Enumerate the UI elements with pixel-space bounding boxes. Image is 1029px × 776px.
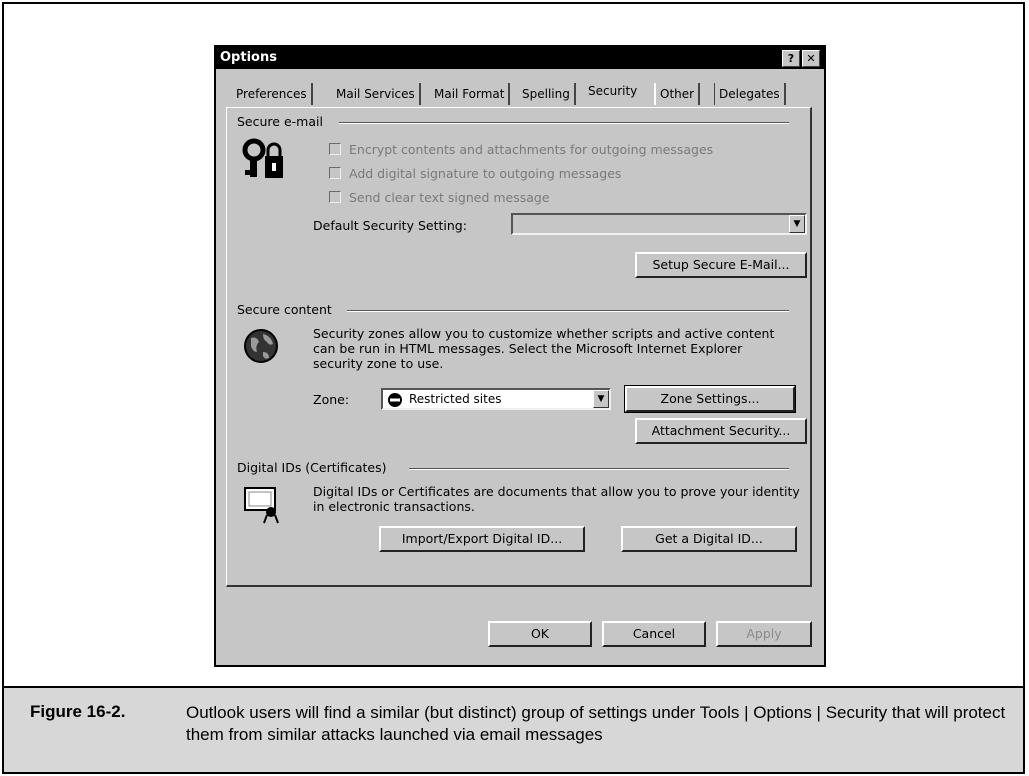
- zone-settings-button[interactable]: Zone Settings...: [624, 385, 796, 413]
- digital-signature-checkbox[interactable]: [329, 167, 341, 179]
- clear-text-label: Send clear text signed message: [349, 189, 550, 205]
- import-export-digital-id-button[interactable]: Import/Export Digital ID...: [379, 526, 585, 552]
- tab-mail-services[interactable]: Mail Services: [332, 83, 421, 105]
- cancel-button[interactable]: Cancel: [602, 621, 706, 647]
- dialog-title: Options: [220, 50, 277, 65]
- encrypt-checkbox-row[interactable]: Encrypt contents and attachments for out…: [329, 140, 713, 158]
- clear-text-checkbox[interactable]: [329, 191, 341, 203]
- tab-preferences[interactable]: Preferences: [232, 83, 313, 105]
- default-security-select[interactable]: ▼: [511, 213, 807, 235]
- security-tab-panel: Secure e-mail Encrypt contents and attac…: [226, 107, 812, 587]
- digital-ids-description: Digital IDs or Certificates are document…: [313, 484, 800, 514]
- zone-label: Zone:: [313, 392, 350, 407]
- key-lock-icon: [242, 138, 283, 178]
- globe-icon: [244, 329, 278, 363]
- ok-button[interactable]: OK: [488, 621, 592, 647]
- tab-delegates[interactable]: Delegates: [714, 83, 786, 105]
- default-security-label: Default Security Setting:: [313, 218, 467, 233]
- encrypt-label: Encrypt contents and attachments for out…: [349, 141, 714, 157]
- zone-value: Restricted sites: [409, 392, 502, 406]
- help-button[interactable]: ?: [782, 50, 800, 67]
- figure-caption-text: Outlook users will find a similar (but d…: [186, 703, 1006, 744]
- secure-email-heading: Secure e-mail: [237, 114, 331, 129]
- figure-number: Figure 16-2.: [30, 702, 126, 721]
- title-bar: Options ? ✕: [216, 47, 824, 69]
- divider: [339, 122, 789, 124]
- close-button[interactable]: ✕: [802, 50, 820, 67]
- zone-select[interactable]: Restricted sites ▼: [381, 388, 611, 410]
- certificate-icon: [244, 487, 279, 524]
- encrypt-checkbox[interactable]: [329, 143, 341, 155]
- divider: [409, 468, 789, 470]
- divider: [347, 310, 789, 312]
- chevron-down-icon[interactable]: ▼: [789, 215, 805, 233]
- digital-ids-heading: Digital IDs (Certificates): [237, 460, 395, 475]
- apply-button[interactable]: Apply: [716, 621, 812, 647]
- attachment-security-button[interactable]: Attachment Security...: [635, 418, 807, 444]
- restricted-icon: [388, 393, 402, 407]
- digital-signature-label: Add digital signature to outgoing messag…: [349, 165, 622, 181]
- chevron-down-icon[interactable]: ▼: [593, 390, 609, 408]
- tab-spelling[interactable]: Spelling: [518, 83, 576, 105]
- secure-content-description: Security zones allow you to customize wh…: [313, 326, 775, 371]
- setup-secure-email-button[interactable]: Setup Secure E-Mail...: [635, 252, 807, 278]
- secure-content-heading: Secure content: [237, 302, 340, 317]
- get-digital-id-button[interactable]: Get a Digital ID...: [621, 526, 797, 552]
- tab-other[interactable]: Other: [654, 83, 701, 105]
- clear-text-checkbox-row[interactable]: Send clear text signed message: [329, 188, 550, 206]
- tab-security[interactable]: Security: [584, 80, 642, 106]
- digital-signature-checkbox-row[interactable]: Add digital signature to outgoing messag…: [329, 164, 621, 182]
- figure-caption: Figure 16-2. Outlook users will find a s…: [2, 688, 1025, 774]
- options-dialog: Options ? ✕ Preferences Mail Services Ma…: [214, 45, 826, 667]
- tab-mail-format[interactable]: Mail Format: [430, 83, 511, 105]
